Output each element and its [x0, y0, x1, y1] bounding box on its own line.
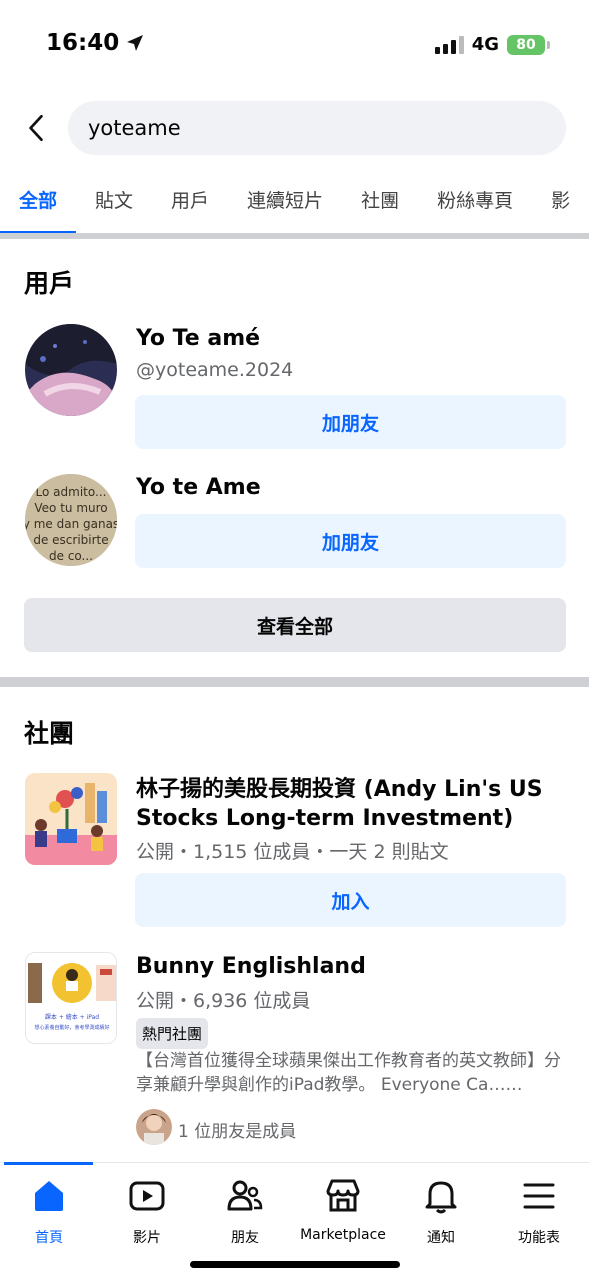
- location-arrow-icon: [127, 35, 144, 51]
- nav-notifications-label: 通知: [427, 1230, 455, 1246]
- nav-menu[interactable]: 功能表: [490, 1177, 588, 1247]
- tab-users[interactable]: 用戶: [152, 170, 228, 234]
- group-illustration-image: 課本 + 繪本 + iPad 想心素養自動好，會考學測成績好: [26, 953, 116, 1043]
- friend-avatar: [136, 1109, 172, 1145]
- svg-text:Lo admito...: Lo admito...: [36, 485, 107, 499]
- battery-level: 80: [516, 36, 536, 53]
- user-photo-image: Lo admito... Veo tu muro y me dan ganas …: [25, 474, 117, 566]
- user-name[interactable]: Yo Te amé: [136, 326, 260, 351]
- tabs-divider: [0, 233, 589, 239]
- tab-all[interactable]: 全部: [0, 170, 77, 234]
- nav-notifications[interactable]: 通知: [392, 1177, 490, 1247]
- cell-signal-icon: [434, 35, 464, 54]
- nav-home[interactable]: 首頁: [0, 1177, 98, 1247]
- friends-member-text: 1 位朋友是成員: [178, 1122, 297, 1142]
- svg-text:y me dan ganas: y me dan ganas: [25, 517, 117, 531]
- nav-menu-label: 功能表: [518, 1230, 560, 1246]
- status-time-text: 16:40: [46, 30, 120, 56]
- user-photo-image: [25, 324, 117, 416]
- nav-home-label: 首頁: [35, 1230, 63, 1246]
- group-meta: 公開・1,515 位成員・一天 2 則貼文: [136, 841, 449, 863]
- marketplace-icon: [326, 1179, 360, 1212]
- search-filter-tabs: 全部 貼文 用戶 連續短片 社團 粉絲專頁 影: [0, 170, 589, 234]
- status-time: 16:40: [46, 30, 145, 56]
- group-meta: 公開・6,936 位成員: [136, 990, 311, 1012]
- nav-friends-label: 朋友: [231, 1230, 259, 1246]
- svg-text:de co...: de co...: [49, 549, 93, 563]
- tab-reels[interactable]: 連續短片: [228, 170, 342, 234]
- video-icon: [129, 1181, 165, 1211]
- nav-video[interactable]: 影片: [98, 1177, 196, 1247]
- join-group-button[interactable]: 加入: [135, 873, 566, 927]
- user-name[interactable]: Yo te Ame: [136, 475, 261, 500]
- thumb-caption: 課本 + 繪本 + iPad: [45, 1013, 99, 1021]
- home-indicator[interactable]: [190, 1261, 400, 1268]
- groups-section-title: 社團: [24, 719, 75, 748]
- user-avatar[interactable]: [25, 324, 117, 416]
- add-friend-button[interactable]: 加朋友: [135, 395, 566, 449]
- tab-pages[interactable]: 粉絲專頁: [418, 170, 532, 234]
- svg-text:Veo tu muro: Veo tu muro: [34, 501, 107, 515]
- friends-icon: [227, 1180, 263, 1211]
- home-icon: [35, 1181, 63, 1211]
- group-name[interactable]: Bunny Englishland: [136, 952, 566, 981]
- bottom-navigation: 首頁 影片 朋友 Marketplace 通知 功能表: [0, 1162, 589, 1280]
- menu-icon: [523, 1183, 555, 1209]
- popular-group-badge: 熱門社團: [136, 1018, 209, 1049]
- status-indicators: 4G 80: [434, 34, 550, 55]
- group-name[interactable]: 林子揚的美股長期投資 (Andy Lin's US Stocks Long-te…: [136, 775, 566, 833]
- tab-posts[interactable]: 貼文: [76, 170, 152, 234]
- tab-videos[interactable]: 影: [532, 170, 589, 234]
- nav-friends[interactable]: 朋友: [196, 1177, 294, 1247]
- back-button[interactable]: [20, 110, 52, 146]
- group-cover-image[interactable]: [25, 773, 117, 865]
- status-bar: 16:40 4G 80: [0, 0, 589, 90]
- chevron-left-icon: [29, 114, 43, 142]
- group-illustration-image: [25, 773, 117, 865]
- section-divider: [0, 677, 589, 687]
- active-tab-indicator: [4, 1162, 93, 1165]
- add-friend-button[interactable]: 加朋友: [135, 514, 566, 568]
- thumb-caption-2: 想心素養自動好，會考學測成績好: [34, 1024, 109, 1031]
- nav-marketplace-label: Marketplace: [300, 1227, 386, 1243]
- bell-icon: [425, 1181, 457, 1214]
- user-avatar[interactable]: Lo admito... Veo tu muro y me dan ganas …: [25, 474, 117, 566]
- nav-marketplace[interactable]: Marketplace: [294, 1177, 392, 1247]
- friend-photo-image: [136, 1109, 172, 1145]
- network-type: 4G: [471, 34, 499, 55]
- users-section-title: 用戶: [24, 269, 75, 298]
- user-handle: @yoteame.2024: [136, 359, 294, 381]
- see-all-users-button[interactable]: 查看全部: [24, 598, 566, 652]
- group-description: 【台灣首位獲得全球蘋果傑出工作教育者的英文教師】分享兼顧升學與創作的iPad教學…: [136, 1051, 561, 1095]
- svg-text:de escribirte: de escribirte: [33, 533, 108, 547]
- nav-video-label: 影片: [133, 1230, 161, 1246]
- group-cover-image[interactable]: 課本 + 繪本 + iPad 想心素養自動好，會考學測成績好: [25, 952, 117, 1044]
- search-input[interactable]: [68, 101, 566, 155]
- battery-icon: 80: [507, 34, 550, 55]
- tab-groups[interactable]: 社團: [342, 170, 418, 234]
